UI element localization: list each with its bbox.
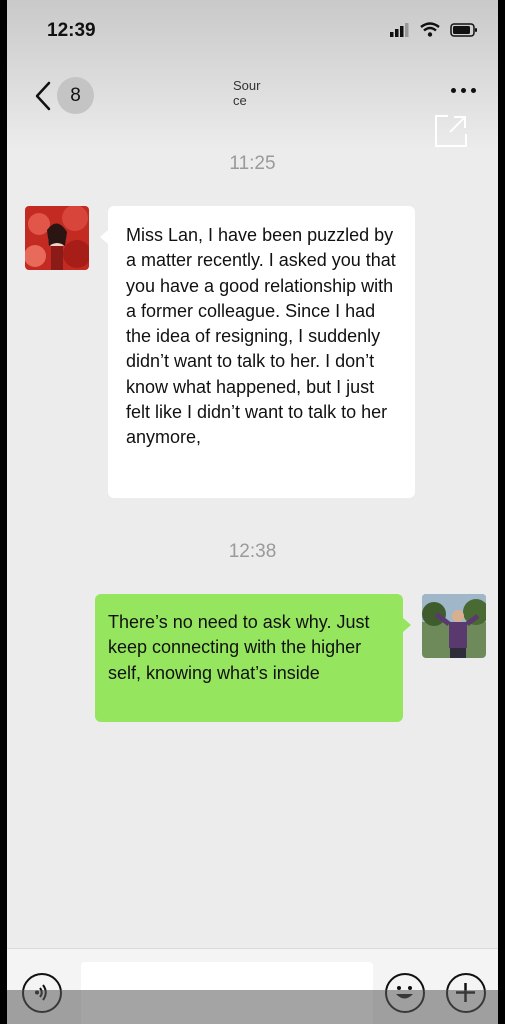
battery-icon [450,22,477,37]
outgoing-message-bubble[interactable]: There’s no need to ask why. Just keep co… [95,594,411,722]
chat-screen: 12:39 8 Sour ce 11:25 Miss Lan, I have b… [7,0,498,1024]
incoming-message-text: Miss Lan, I have been puzzled by a matte… [126,225,396,448]
unread-count-badge[interactable]: 8 [57,77,94,114]
bottom-overlay [7,990,498,1024]
status-icons [390,22,478,37]
sender-avatar[interactable] [25,206,89,270]
outgoing-message-text: There’s no need to ask why. Just keep co… [108,612,370,683]
message-timestamp: 12:38 [228,541,277,562]
back-chevron-icon[interactable] [31,80,59,112]
share-external-icon[interactable] [434,114,468,148]
my-avatar[interactable] [422,594,486,658]
message-timestamp: 11:25 [229,153,276,174]
wifi-icon [420,22,440,37]
incoming-message-bubble[interactable]: Miss Lan, I have been puzzled by a matte… [100,206,415,498]
signal-icon [390,22,409,37]
chat-title-text: Sour ce [233,78,261,108]
more-dots-icon[interactable] [451,88,476,93]
chat-title: Sour ce [233,78,273,108]
status-time: 12:39 [47,20,96,41]
